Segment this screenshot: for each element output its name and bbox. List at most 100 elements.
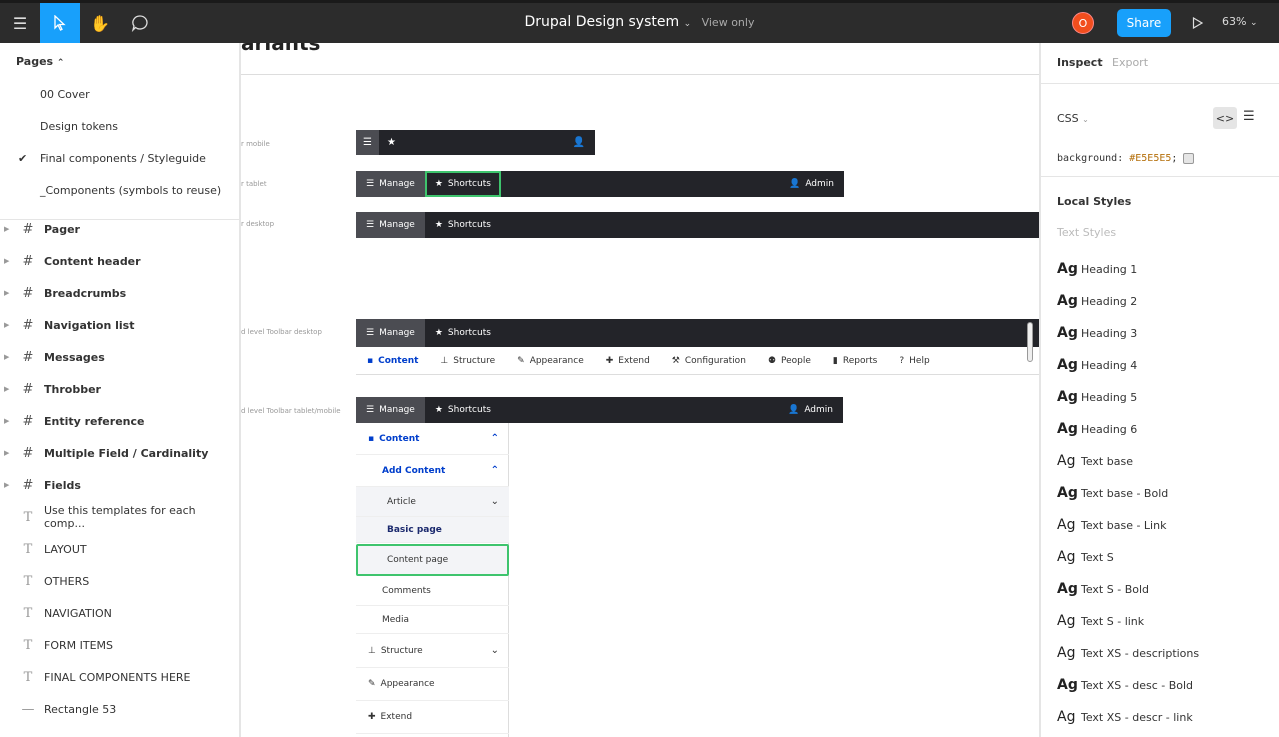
tray-item-people[interactable]: ⚉ People bbox=[757, 356, 822, 366]
admin-segment[interactable]: 👤 bbox=[563, 130, 595, 155]
text-style-item[interactable]: Ag Heading 3 bbox=[1057, 323, 1137, 343]
list-view-button[interactable]: ☰ bbox=[1243, 109, 1255, 124]
tray-item-configuration[interactable]: ⚒ Configuration bbox=[661, 356, 757, 366]
manage-segment[interactable]: ☰ bbox=[356, 130, 379, 155]
expand-caret-icon[interactable]: ▶ bbox=[4, 353, 12, 361]
expand-caret-icon[interactable]: ▶ bbox=[4, 225, 12, 233]
tray-item-extend[interactable]: ✚ Extend bbox=[595, 356, 661, 366]
menu-item-add-content[interactable]: Add Content ⌃ bbox=[356, 455, 509, 487]
scrollbar[interactable] bbox=[1027, 322, 1033, 362]
menu-item-structure[interactable]: ⊥ Structure ⌄ bbox=[356, 634, 509, 668]
layer-row[interactable]: T Use this templates for each comp... bbox=[0, 504, 240, 530]
text-style-item[interactable]: Ag Text XS - descr - link bbox=[1057, 707, 1193, 727]
present-button[interactable] bbox=[1185, 3, 1209, 43]
text-style-item[interactable]: Ag Heading 5 bbox=[1057, 387, 1137, 407]
expand-caret-icon[interactable]: ▶ bbox=[4, 321, 12, 329]
layer-row[interactable]: ▶ # Entity reference bbox=[0, 409, 240, 433]
admin-segment[interactable]: 👤 Admin bbox=[778, 397, 843, 423]
toolbar-second-level-tablet[interactable]: ☰ Manage ★ Shortcuts 👤 Admin bbox=[356, 397, 843, 423]
expand-caret-icon[interactable]: ▶ bbox=[4, 481, 12, 489]
menu-item-media[interactable]: Media bbox=[356, 606, 509, 634]
menu-button[interactable]: ☰ bbox=[0, 3, 40, 43]
text-style-item[interactable]: Ag Text base bbox=[1057, 451, 1133, 471]
file-title[interactable]: Drupal Design system bbox=[525, 14, 680, 30]
expand-caret-icon[interactable]: ▶ bbox=[4, 289, 12, 297]
tab-export[interactable]: Export bbox=[1112, 56, 1148, 69]
layer-row[interactable]: T FORM ITEMS bbox=[0, 633, 240, 657]
menu-item-content[interactable]: ▪ Content ⌃ bbox=[356, 423, 509, 455]
toolbar-desktop[interactable]: ☰ Manage ★ Shortcuts bbox=[356, 212, 1039, 238]
menu-item-article[interactable]: Article ⌄ bbox=[356, 487, 509, 517]
menu-item-basic-page[interactable]: Basic page bbox=[356, 517, 509, 543]
text-style-item[interactable]: Ag Heading 1 bbox=[1057, 259, 1137, 279]
layer-row[interactable]: ▶ # Fields bbox=[0, 473, 240, 497]
manage-segment[interactable]: ☰ Manage bbox=[356, 397, 425, 423]
text-style-item[interactable]: Ag Text XS - desc - Bold bbox=[1057, 675, 1193, 695]
page-item[interactable]: _Components (symbols to reuse) bbox=[40, 184, 221, 197]
toolbar-mobile[interactable]: ☰ ★ 👤 bbox=[356, 130, 595, 155]
shortcuts-segment[interactable]: ★ bbox=[379, 130, 404, 155]
manage-segment[interactable]: ☰ Manage bbox=[356, 319, 425, 347]
layer-row[interactable]: T NAVIGATION bbox=[0, 601, 240, 625]
text-style-item[interactable]: Ag Text S bbox=[1057, 547, 1114, 567]
menu-item-appearance[interactable]: ✎ Appearance bbox=[356, 668, 509, 701]
layer-row[interactable]: ▶ # Pager bbox=[0, 217, 240, 241]
canvas[interactable]: ariants r mobile r tablet r desktop d le… bbox=[241, 43, 1039, 737]
menu-item-extend[interactable]: ✚ Extend bbox=[356, 701, 509, 734]
code-language-dropdown[interactable]: CSS ⌄ bbox=[1057, 112, 1089, 125]
page-item[interactable]: 00 Cover bbox=[40, 88, 90, 101]
hand-tool-button[interactable]: ✋ bbox=[80, 3, 120, 43]
layer-row[interactable]: T FINAL COMPONENTS HERE bbox=[0, 665, 240, 689]
manage-segment[interactable]: ☰ Manage bbox=[356, 212, 425, 238]
text-style-item[interactable]: Ag Text S - link bbox=[1057, 611, 1144, 631]
chevron-down-icon[interactable]: ⌄ bbox=[684, 19, 692, 29]
shortcuts-segment[interactable]: ★ Shortcuts bbox=[424, 171, 501, 197]
text-style-item[interactable]: Ag Heading 4 bbox=[1057, 355, 1137, 375]
code-view-button[interactable]: <> bbox=[1213, 107, 1237, 129]
text-style-item[interactable]: Ag Text base - Link bbox=[1057, 515, 1166, 535]
layer-row[interactable]: T OTHERS bbox=[0, 569, 240, 593]
expand-caret-icon[interactable]: ▶ bbox=[4, 257, 12, 265]
page-item[interactable]: Design tokens bbox=[40, 120, 118, 133]
expand-caret-icon[interactable]: ▶ bbox=[4, 385, 12, 393]
text-style-item[interactable]: Ag Text S - Bold bbox=[1057, 579, 1149, 599]
admin-segment[interactable]: 👤 Admin bbox=[779, 171, 844, 197]
page-item-current[interactable]: Final components / Styleguide bbox=[40, 152, 206, 165]
shortcuts-segment[interactable]: ★ Shortcuts bbox=[425, 212, 501, 238]
menu-item-comments[interactable]: Comments bbox=[356, 576, 509, 606]
layer-row[interactable]: T LAYOUT bbox=[0, 537, 240, 561]
expand-caret-icon[interactable]: ▶ bbox=[4, 449, 12, 457]
text-style-item[interactable]: Ag Heading 2 bbox=[1057, 291, 1137, 311]
avatar[interactable]: O bbox=[1072, 12, 1094, 34]
comment-tool-button[interactable] bbox=[120, 3, 160, 43]
expand-caret-icon[interactable]: ▶ bbox=[4, 417, 12, 425]
variant-label: r desktop bbox=[241, 220, 275, 228]
pages-header[interactable]: Pages ⌃ bbox=[16, 55, 64, 68]
tray-item-structure[interactable]: ⊥ Structure bbox=[429, 356, 506, 366]
menu-item-content-page[interactable]: Content page bbox=[356, 544, 509, 576]
tab-inspect[interactable]: Inspect bbox=[1057, 56, 1103, 69]
layer-row[interactable]: ▶ # Breadcrumbs bbox=[0, 281, 240, 305]
tray-item-reports[interactable]: ▮ Reports bbox=[822, 356, 888, 366]
layer-row[interactable]: ▶ # Multiple Field / Cardinality bbox=[0, 441, 240, 465]
text-style-item[interactable]: Ag Heading 6 bbox=[1057, 419, 1137, 439]
shortcuts-segment[interactable]: ★ Shortcuts bbox=[425, 397, 501, 423]
tray-item-content[interactable]: ▪ Content bbox=[356, 356, 429, 366]
zoom-dropdown[interactable]: 63% ⌄ bbox=[1222, 15, 1258, 28]
layer-row[interactable]: ▶ # Navigation list bbox=[0, 313, 240, 337]
layer-row[interactable]: — Rectangle 53 bbox=[0, 697, 240, 721]
layer-row[interactable]: ▶ # Throbber bbox=[0, 377, 240, 401]
layer-row[interactable]: ▶ # Content header bbox=[0, 249, 240, 273]
manage-segment[interactable]: ☰ Manage bbox=[356, 171, 425, 197]
toolbar-tablet[interactable]: ☰ Manage ★ Shortcuts 👤 Admin bbox=[356, 171, 844, 197]
move-tool-button[interactable] bbox=[40, 3, 80, 43]
css-code-line[interactable]: background: #E5E5E5; bbox=[1057, 153, 1195, 164]
tray-item-help[interactable]: ? Help bbox=[888, 356, 940, 366]
text-style-item[interactable]: Ag Text XS - descriptions bbox=[1057, 643, 1199, 663]
toolbar-second-level-desktop[interactable]: ☰ Manage ★ Shortcuts bbox=[356, 319, 1039, 347]
share-button[interactable]: Share bbox=[1117, 9, 1171, 37]
layer-row[interactable]: ▶ # Messages bbox=[0, 345, 240, 369]
text-style-item[interactable]: Ag Text base - Bold bbox=[1057, 483, 1168, 503]
tray-item-appearance[interactable]: ✎ Appearance bbox=[506, 356, 595, 366]
shortcuts-segment[interactable]: ★ Shortcuts bbox=[425, 319, 501, 347]
